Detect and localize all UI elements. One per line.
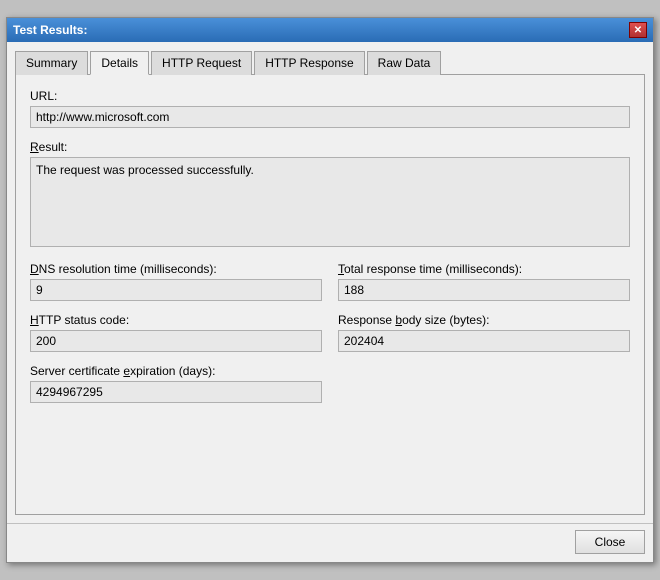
http-status-group: HTTP status code: (30, 313, 322, 352)
dns-label: DNS resolution time (milliseconds): (30, 262, 322, 276)
url-label: URL: (30, 89, 630, 103)
title-bar: Test Results: ✕ (7, 18, 653, 42)
tab-http-response[interactable]: HTTP Response (254, 51, 364, 75)
cert-input[interactable] (30, 381, 322, 403)
http-status-input[interactable] (30, 330, 322, 352)
metrics-row-3: Server certificate expiration (days): (30, 364, 630, 415)
url-group: URL: (30, 89, 630, 128)
total-response-group: Total response time (milliseconds): (338, 262, 630, 301)
close-window-button[interactable]: ✕ (629, 22, 647, 38)
total-response-input[interactable] (338, 279, 630, 301)
tab-summary[interactable]: Summary (15, 51, 88, 75)
response-body-label: Response body size (bytes): (338, 313, 630, 327)
window-title: Test Results: (13, 23, 87, 37)
http-status-col: HTTP status code: (30, 313, 322, 364)
response-body-col: Response body size (bytes): (338, 313, 630, 364)
footer: Close (7, 523, 653, 562)
cert-group: Server certificate expiration (days): (30, 364, 322, 403)
result-textarea[interactable]: The request was processed successfully. (30, 157, 630, 247)
content-panel: URL: Result: The request was processed s… (15, 75, 645, 515)
cert-label: Server certificate expiration (days): (30, 364, 322, 378)
tab-details[interactable]: Details (90, 51, 149, 75)
dns-col: DNS resolution time (milliseconds): (30, 262, 322, 313)
tab-http-request[interactable]: HTTP Request (151, 51, 252, 75)
dns-group: DNS resolution time (milliseconds): (30, 262, 322, 301)
dns-input[interactable] (30, 279, 322, 301)
empty-col (338, 364, 630, 415)
tab-raw-data[interactable]: Raw Data (367, 51, 442, 75)
metrics-row-2: HTTP status code: Response body size (by… (30, 313, 630, 364)
cert-col: Server certificate expiration (days): (30, 364, 322, 415)
metrics-row-1: DNS resolution time (milliseconds): Tota… (30, 262, 630, 313)
total-response-label: Total response time (milliseconds): (338, 262, 630, 276)
tab-bar: Summary Details HTTP Request HTTP Respon… (15, 50, 645, 75)
window-body: Summary Details HTTP Request HTTP Respon… (7, 42, 653, 523)
response-body-group: Response body size (bytes): (338, 313, 630, 352)
main-window: Test Results: ✕ Summary Details HTTP Req… (6, 17, 654, 563)
http-status-label: HTTP status code: (30, 313, 322, 327)
url-input[interactable] (30, 106, 630, 128)
result-label: Result: (30, 140, 630, 154)
result-group: Result: The request was processed succes… (30, 140, 630, 250)
response-body-input[interactable] (338, 330, 630, 352)
total-response-col: Total response time (milliseconds): (338, 262, 630, 313)
close-button[interactable]: Close (575, 530, 645, 554)
